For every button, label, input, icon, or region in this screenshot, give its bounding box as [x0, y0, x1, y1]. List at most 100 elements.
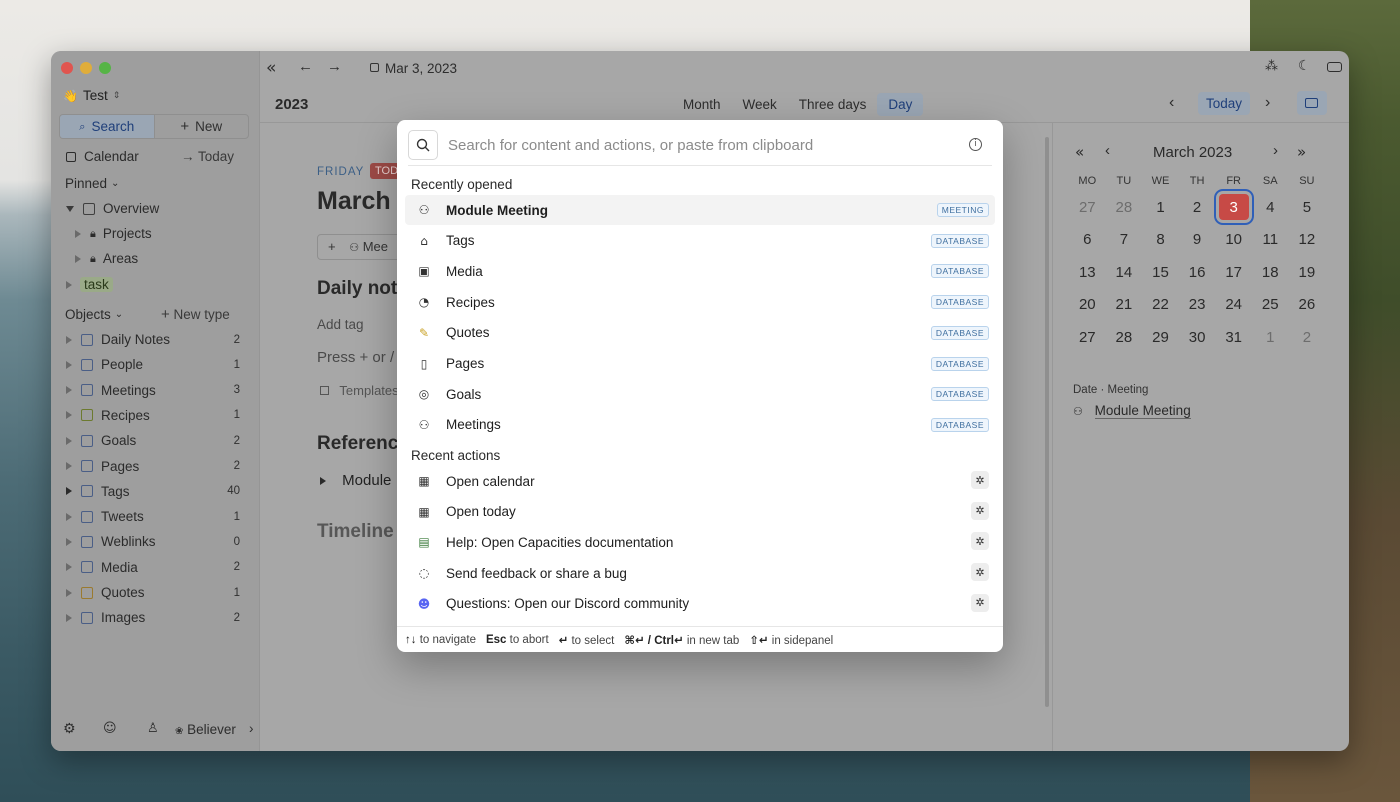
- settings-icon[interactable]: ⚙: [63, 721, 76, 737]
- calendar-day[interactable]: 2: [1179, 191, 1216, 224]
- sidebar-item[interactable]: Recipes 1: [51, 403, 260, 428]
- next-year-icon[interactable]: »: [1297, 143, 1306, 161]
- calendar-day-today[interactable]: 3: [1215, 191, 1252, 224]
- sidebar-item-overview[interactable]: Overview: [51, 196, 260, 221]
- calendar-day[interactable]: 2: [1289, 321, 1326, 354]
- tab-day[interactable]: Day: [877, 93, 924, 116]
- expand-arrow-icon[interactable]: [66, 411, 72, 420]
- current-date[interactable]: Mar 3, 2023: [385, 61, 457, 76]
- calendar-day[interactable]: 21: [1106, 289, 1143, 322]
- sidebar-item[interactable]: Weblinks 0: [51, 529, 260, 554]
- calendar-day[interactable]: 7: [1106, 224, 1143, 257]
- calendar-day[interactable]: 22: [1142, 289, 1179, 322]
- expand-arrow-icon[interactable]: [66, 436, 72, 445]
- minimize-window-button[interactable]: [80, 62, 92, 74]
- sidebar-item[interactable]: Daily Notes 2: [51, 327, 260, 352]
- recent-item[interactable]: ⌂ Tags DATABASE: [405, 226, 995, 256]
- calendar-day[interactable]: 30: [1179, 321, 1216, 354]
- calendar-day[interactable]: 6: [1069, 224, 1106, 257]
- calendar-day[interactable]: 12: [1289, 224, 1326, 257]
- expand-arrow-icon[interactable]: [66, 537, 72, 546]
- calendar-day[interactable]: 29: [1142, 321, 1179, 354]
- calendar-day[interactable]: 4: [1252, 191, 1289, 224]
- prev-day-icon[interactable]: ‹: [1169, 94, 1174, 112]
- calendar-day[interactable]: 13: [1069, 256, 1106, 289]
- new-button[interactable]: + New: [155, 115, 249, 138]
- workspace-switcher[interactable]: 👋 Test ⇕: [63, 88, 120, 103]
- collapse-sidebar-icon[interactable]: «: [266, 58, 276, 78]
- expand-arrow-icon[interactable]: [66, 563, 72, 572]
- calendar-day[interactable]: 27: [1069, 191, 1106, 224]
- action-item[interactable]: ☻ Questions: Open our Discord community ✲: [405, 589, 995, 619]
- next-month-icon[interactable]: ›: [1273, 142, 1278, 159]
- calendar-row[interactable]: Calendar → Today: [51, 144, 260, 169]
- recent-item[interactable]: ⚇ Module Meeting MEETING: [405, 195, 995, 225]
- back-arrow-icon[interactable]: ←: [298, 58, 313, 75]
- user-icon[interactable]: ♙: [147, 721, 159, 736]
- recent-item[interactable]: ▣ Media DATABASE: [405, 256, 995, 286]
- calendar-day[interactable]: 10: [1215, 224, 1252, 257]
- calendar-day[interactable]: 28: [1106, 321, 1143, 354]
- sidebar-item[interactable]: Quotes 1: [51, 580, 260, 605]
- calendar-day[interactable]: 5: [1289, 191, 1326, 224]
- zoom-window-button[interactable]: [99, 62, 111, 74]
- help-icon[interactable]: ☺: [103, 721, 117, 736]
- expand-arrow-icon[interactable]: [66, 386, 72, 395]
- palette-search-button[interactable]: [408, 130, 438, 160]
- recent-item[interactable]: ✎ Quotes DATABASE: [405, 318, 995, 348]
- expand-arrow-icon[interactable]: [66, 360, 72, 369]
- calendar-day[interactable]: 23: [1179, 289, 1216, 322]
- expand-arrow-icon[interactable]: [66, 588, 72, 597]
- calendar-day[interactable]: 28: [1106, 191, 1143, 224]
- calendar-day[interactable]: 20: [1069, 289, 1106, 322]
- calendar-day[interactable]: 9: [1179, 224, 1216, 257]
- tab-three-days[interactable]: Three days: [788, 93, 878, 116]
- calendar-day[interactable]: 14: [1106, 256, 1143, 289]
- expand-arrow-icon[interactable]: [66, 613, 72, 622]
- expand-arrow-icon[interactable]: [66, 512, 72, 521]
- sidebar-item[interactable]: Tweets 1: [51, 504, 260, 529]
- reference-module[interactable]: Module: [320, 472, 391, 489]
- focus-icon[interactable]: ⁂: [1265, 59, 1278, 74]
- sidebar-item[interactable]: Media 2: [51, 555, 260, 580]
- action-item[interactable]: ▦ Open calendar ✲: [405, 466, 995, 496]
- expand-arrow-icon[interactable]: [75, 229, 81, 238]
- expand-arrow-icon[interactable]: [66, 280, 72, 289]
- calendar-day[interactable]: 1: [1252, 321, 1289, 354]
- palette-search-input[interactable]: [448, 134, 948, 156]
- calendar-day[interactable]: 31: [1215, 321, 1252, 354]
- tab-month[interactable]: Month: [672, 93, 732, 116]
- recent-item[interactable]: ▯ Pages DATABASE: [405, 349, 995, 379]
- sidebar-item[interactable]: Images 2: [51, 605, 260, 630]
- calendar-day[interactable]: 1: [1142, 191, 1179, 224]
- search-button[interactable]: ⌕ Search: [60, 115, 155, 138]
- recent-item[interactable]: ⚇ Meetings DATABASE: [405, 410, 995, 440]
- forward-arrow-icon[interactable]: →: [327, 58, 342, 75]
- today-button[interactable]: Today: [1198, 92, 1251, 115]
- action-item[interactable]: ◌ Send feedback or share a bug ✲: [405, 558, 995, 588]
- calendar-day[interactable]: 27: [1069, 321, 1106, 354]
- sidebar-item[interactable]: Meetings 3: [51, 378, 260, 403]
- recent-item[interactable]: ◎ Goals DATABASE: [405, 379, 995, 409]
- calendar-day[interactable]: 26: [1289, 289, 1326, 322]
- calendar-day[interactable]: 25: [1252, 289, 1289, 322]
- sidebar-item-areas[interactable]: 🔒︎ Areas: [51, 246, 260, 271]
- panel-icon[interactable]: [1327, 62, 1342, 72]
- expand-arrow-icon[interactable]: [66, 335, 72, 344]
- expand-arrow-icon[interactable]: [75, 254, 81, 263]
- add-property-chip[interactable]: + ⚇ Mee: [317, 234, 407, 260]
- prev-month-icon[interactable]: ‹: [1105, 142, 1110, 159]
- prev-year-icon[interactable]: «: [1075, 143, 1084, 161]
- expand-arrow-icon[interactable]: [66, 487, 72, 496]
- add-tag-link[interactable]: Add tag: [317, 317, 364, 332]
- calendar-day[interactable]: 16: [1179, 256, 1216, 289]
- action-item[interactable]: ▤ Help: Open Capacities documentation ✲: [405, 527, 995, 557]
- expand-arrow-icon[interactable]: [320, 477, 326, 485]
- calendar-day[interactable]: 24: [1215, 289, 1252, 322]
- go-today-link[interactable]: → Today: [181, 149, 234, 164]
- calendar-day[interactable]: 11: [1252, 224, 1289, 257]
- action-item[interactable]: ▦ Open today ✲: [405, 497, 995, 527]
- content-scrollbar[interactable]: [1045, 137, 1049, 707]
- objects-label[interactable]: Objects: [65, 307, 111, 322]
- expand-arrow-icon[interactable]: [66, 462, 72, 470]
